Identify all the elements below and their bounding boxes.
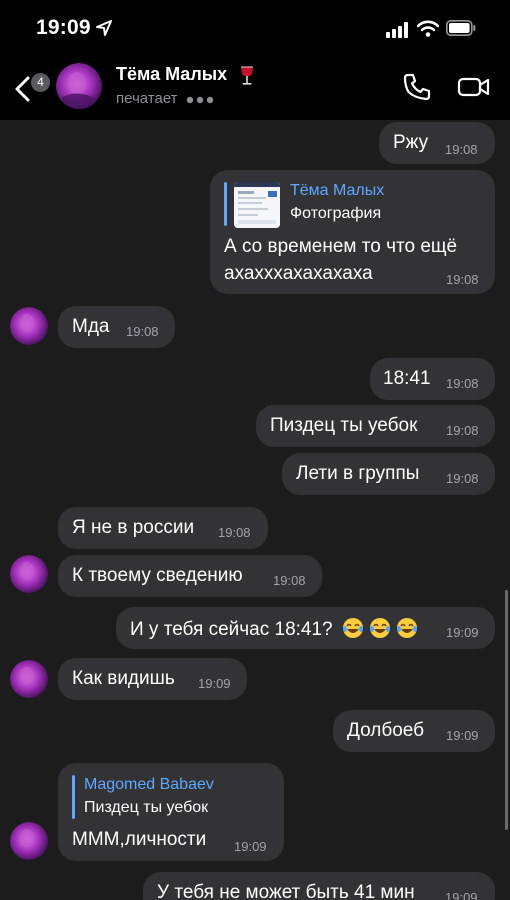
message-time: 19:08 — [126, 324, 159, 339]
outgoing-message[interactable]: Лети в группы 19:08 — [282, 453, 495, 495]
incoming-message[interactable]: Мда 19:08 — [58, 306, 175, 348]
photo-preview-icon — [234, 182, 280, 228]
cellular-signal-icon — [386, 22, 408, 38]
message-time: 19:08 — [446, 471, 479, 486]
outgoing-message[interactable]: Долбоеб 19:09 — [333, 710, 495, 752]
incoming-message[interactable]: К твоему сведению 19:08 — [58, 555, 322, 597]
incoming-message[interactable]: Как видишь 19:09 — [58, 658, 247, 700]
incoming-message[interactable]: Я не в россии 19:08 — [58, 507, 268, 549]
message-text-line-1: А со временем то что ещё — [224, 236, 458, 257]
outgoing-message[interactable]: И у тебя сейчас 18:41? 19:09 — [116, 607, 495, 649]
outgoing-message[interactable]: Ржу 19:08 — [379, 122, 495, 164]
message-text: К твоему сведению — [72, 565, 243, 586]
outgoing-message[interactable]: Пиздец ты уебок 19:08 — [256, 405, 495, 447]
message-text: 18:41 — [383, 368, 431, 389]
message-time: 19:08 — [445, 142, 478, 157]
message-time: 19:08 — [273, 573, 306, 588]
message-text-body: И у тебя сейчас 18:41? — [130, 619, 333, 640]
reply-author: Тёма Малых — [290, 182, 385, 199]
chat-header: 4 Тёма Малых печатает — [0, 58, 510, 120]
sender-avatar[interactable] — [10, 660, 48, 698]
message-text: Долбоеб — [347, 720, 425, 741]
message-time: 19:09 — [446, 728, 479, 743]
phone-icon[interactable] — [402, 72, 432, 102]
contact-avatar[interactable] — [56, 63, 102, 109]
scroll-indicator[interactable] — [505, 590, 508, 830]
reply-text: Пиздец ты уебок — [84, 799, 209, 816]
battery-icon — [446, 20, 476, 36]
reply-photo-thumbnail[interactable] — [234, 182, 280, 228]
message-text: У тебя не может быть 41 мин — [157, 882, 415, 900]
location-arrow-icon — [96, 20, 112, 36]
outgoing-message[interactable]: 18:41 19:08 — [370, 358, 495, 400]
message-text: И у тебя сейчас 18:41? — [130, 617, 418, 641]
reply-accent-bar — [72, 775, 75, 819]
message-text: Пиздец ты уебок — [270, 415, 418, 436]
message-text: Мда — [72, 316, 110, 337]
message-time: 19:09 — [445, 890, 478, 900]
reply-text: Фотография — [290, 205, 382, 222]
reply-accent-bar — [224, 182, 227, 226]
typing-status: печатает — [116, 90, 178, 107]
message-text: Я не в россии — [72, 517, 195, 538]
incoming-message[interactable]: Magomed Babaev Пиздец ты уебок МММ,лично… — [58, 763, 284, 861]
chevron-left-icon — [15, 76, 30, 102]
contact-name[interactable]: Тёма Малых — [116, 64, 227, 85]
message-time: 19:08 — [218, 525, 251, 540]
wine-glass-icon — [241, 66, 253, 85]
back-button[interactable]: 4 — [8, 66, 50, 112]
status-bar: 19:09 — [0, 0, 510, 58]
video-camera-icon[interactable] — [456, 72, 492, 102]
message-text: Ржу — [393, 132, 429, 153]
status-time: 19:09 — [36, 16, 91, 39]
tears-of-joy-emoji-icon — [342, 618, 363, 638]
wifi-icon — [417, 20, 439, 37]
message-text-line-2: ахахххахахахаха — [224, 263, 373, 284]
outgoing-message[interactable]: У тебя не может быть 41 мин 19:09 — [143, 872, 495, 900]
sender-avatar[interactable] — [10, 307, 48, 345]
sender-avatar[interactable] — [10, 822, 48, 860]
message-text: Лети в группы — [296, 463, 420, 484]
message-list[interactable]: Ржу 19:08 Тёма Малых Фотография А со вре… — [0, 120, 510, 900]
message-time: 19:08 — [446, 423, 479, 438]
message-text: Как видишь — [72, 668, 175, 689]
outgoing-message[interactable]: Тёма Малых Фотография А со временем то ч… — [210, 170, 495, 294]
message-time: 19:08 — [446, 272, 479, 287]
message-text: МММ,личности — [72, 829, 207, 850]
message-time: 19:09 — [198, 676, 231, 691]
tears-of-joy-emoji-icon — [397, 618, 418, 638]
sender-avatar[interactable] — [10, 555, 48, 593]
message-time: 19:09 — [234, 839, 267, 854]
unread-count-badge: 4 — [31, 73, 50, 92]
message-time: 19:08 — [446, 376, 479, 391]
typing-dots-icon — [186, 96, 214, 104]
reply-author: Magomed Babaev — [84, 776, 214, 793]
tears-of-joy-emoji-icon — [370, 618, 391, 638]
laughing-emoji-group — [342, 618, 419, 640]
message-time: 19:09 — [446, 625, 479, 640]
